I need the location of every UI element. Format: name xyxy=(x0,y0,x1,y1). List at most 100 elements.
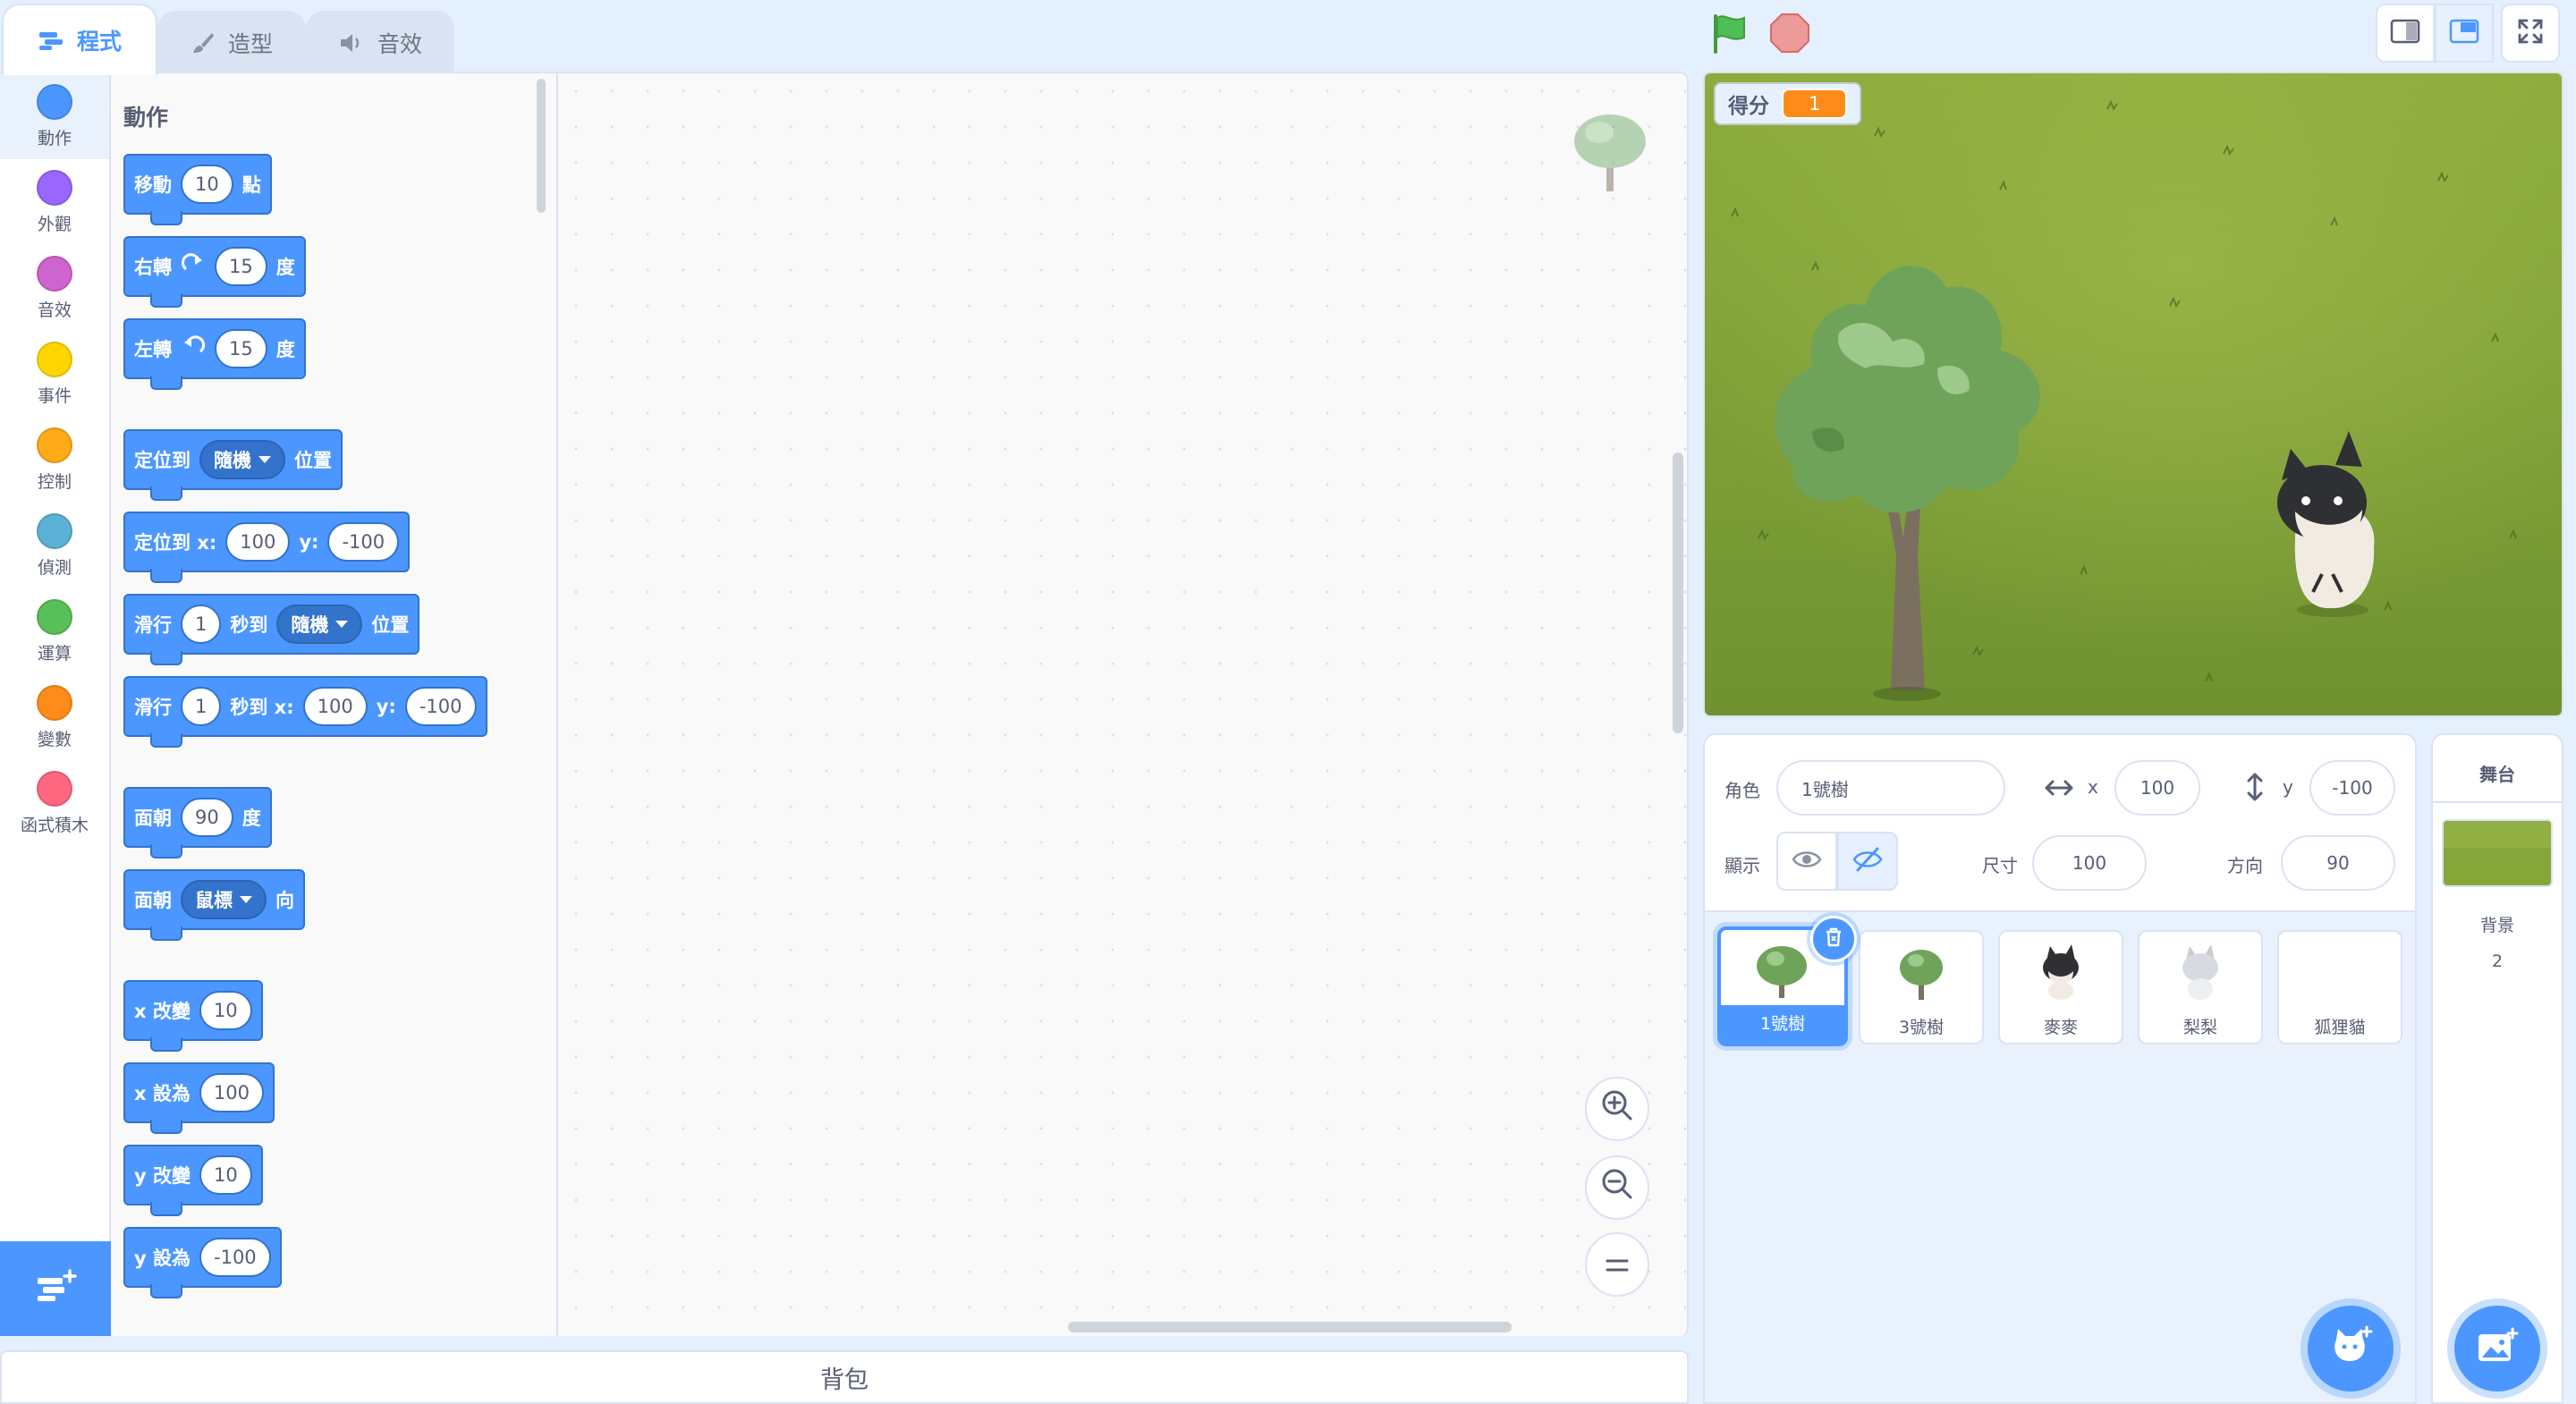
x-position-field[interactable]: 100 xyxy=(2114,760,2200,816)
workspace-horizontal-scrollbar[interactable] xyxy=(1068,1322,1512,1332)
category-my-blocks[interactable]: 函式積木 xyxy=(0,760,109,846)
zoom-in-button[interactable] xyxy=(1585,1077,1649,1141)
dropdown-arrow-icon xyxy=(240,896,252,903)
block-input-secs[interactable]: 1 xyxy=(181,687,222,726)
sprite-tile-3[interactable]: 麥麥 xyxy=(1998,930,2123,1045)
block-glide-menu[interactable]: 滑行 1 秒到 隨機 位置 xyxy=(123,594,420,665)
block-input-x[interactable]: 100 xyxy=(302,687,368,726)
category-looks[interactable]: 外觀 xyxy=(0,159,109,245)
block-text: 移動 xyxy=(134,174,172,196)
sprite-name: 狐狸貓 xyxy=(2314,1018,2366,1037)
code-workspace[interactable] xyxy=(558,72,1689,1336)
block-point-direction[interactable]: 面朝 90 度 xyxy=(123,787,272,858)
block-dropdown-target[interactable]: 隨機 xyxy=(199,440,285,479)
sprite-name-field[interactable]: 1號樹 xyxy=(1776,760,2005,816)
category-control[interactable]: 控制 xyxy=(0,417,109,503)
stage-canvas[interactable] xyxy=(1703,72,2563,717)
block-dropdown-target[interactable]: 鼠標 xyxy=(181,880,267,919)
sprite-tile-2[interactable]: 3號樹 xyxy=(1859,930,1984,1045)
block-set-y[interactable]: y 設為 -100 xyxy=(123,1227,282,1298)
category-dot xyxy=(37,342,72,377)
block-input-dx[interactable]: 10 xyxy=(199,991,252,1030)
category-dot xyxy=(37,170,72,206)
category-dot xyxy=(37,599,72,635)
image-add-icon xyxy=(2475,1327,2520,1370)
category-label: 事件 xyxy=(37,386,72,406)
add-extension-button[interactable] xyxy=(0,1241,111,1336)
zoom-out-button[interactable] xyxy=(1585,1155,1649,1220)
block-text: 向 xyxy=(275,890,294,911)
category-motion[interactable]: 動作 xyxy=(0,73,109,159)
backpack-bar[interactable]: 背包 xyxy=(0,1350,1689,1404)
category-label: 偵測 xyxy=(37,558,72,578)
sprite-tile-4[interactable]: 梨梨 xyxy=(2138,930,2263,1045)
block-text: 面朝 xyxy=(134,808,172,829)
block-goto-menu[interactable]: 定位到 隨機 位置 xyxy=(123,429,343,501)
workspace-vertical-scrollbar[interactable] xyxy=(1673,452,1683,733)
tab-code-label: 程式 xyxy=(76,29,122,55)
category-sound[interactable]: 音效 xyxy=(0,245,109,331)
block-turn-left[interactable]: 左轉 15 度 xyxy=(123,318,306,390)
category-dot xyxy=(37,427,72,463)
block-input-direction[interactable]: 90 xyxy=(181,798,233,837)
block-input-steps[interactable]: 10 xyxy=(181,165,233,204)
tab-costumes[interactable]: 造型 xyxy=(157,11,306,73)
block-input-x[interactable]: 100 xyxy=(225,522,291,562)
block-set-x[interactable]: x 設為 100 xyxy=(123,1062,275,1134)
tab-sounds[interactable]: 音效 xyxy=(306,11,454,73)
block-input-y[interactable]: -100 xyxy=(327,522,400,562)
stop-button[interactable] xyxy=(1767,11,1812,55)
block-input-x[interactable]: 100 xyxy=(199,1073,264,1112)
block-point-towards[interactable]: 面朝 鼠標 向 xyxy=(123,869,305,941)
category-operators[interactable]: 運算 xyxy=(0,588,109,674)
category-events[interactable]: 事件 xyxy=(0,331,109,417)
y-label: y xyxy=(2283,776,2293,798)
sprite-name-label: 角色 xyxy=(1724,780,1760,801)
block-text: 滑行 xyxy=(134,697,172,718)
large-stage-button[interactable] xyxy=(2435,4,2494,63)
horizontal-arrows-icon xyxy=(2043,774,2075,805)
monitor-value: 1 xyxy=(1782,89,1848,119)
block-input-y[interactable]: -100 xyxy=(404,687,477,726)
block-glide-xy[interactable]: 滑行 1 秒到 x: 100 y: -100 xyxy=(123,676,487,748)
choose-backdrop-button[interactable] xyxy=(2454,1306,2540,1391)
category-sensing[interactable]: 偵測 xyxy=(0,503,109,588)
block-input-degrees[interactable]: 15 xyxy=(215,247,267,286)
delete-sprite-button[interactable] xyxy=(1810,916,1857,962)
zoom-reset-button[interactable] xyxy=(1585,1232,1649,1297)
block-turn-right[interactable]: 右轉 15 度 xyxy=(123,236,306,308)
block-dropdown-target[interactable]: 隨機 xyxy=(276,605,363,644)
block-change-x[interactable]: x 改變 10 xyxy=(123,980,263,1052)
hide-sprite-button[interactable] xyxy=(1837,832,1898,891)
block-text: 秒到 xyxy=(230,614,268,636)
palette-scrollbar[interactable] xyxy=(537,79,546,213)
sprite-tile-5[interactable]: 狐狸貓 xyxy=(2277,930,2402,1045)
block-input-degrees[interactable]: 15 xyxy=(215,329,267,368)
score-monitor[interactable]: 得分 1 xyxy=(1714,82,1862,125)
size-field[interactable]: 100 xyxy=(2032,835,2147,891)
block-text: y: xyxy=(376,696,396,717)
tab-code[interactable]: 程式 xyxy=(2,4,157,75)
category-variables[interactable]: 變數 xyxy=(0,674,109,760)
fullscreen-button[interactable] xyxy=(2501,4,2560,63)
palette-section-title: 動作 xyxy=(123,105,169,131)
speaker-icon xyxy=(338,31,365,55)
direction-field[interactable]: 90 xyxy=(2281,835,2395,891)
dropdown-value: 鼠標 xyxy=(195,890,233,911)
small-stage-button[interactable] xyxy=(2376,4,2435,63)
block-input-dy[interactable]: 10 xyxy=(199,1155,252,1195)
code-icon xyxy=(38,30,64,51)
backdrop-thumbnail[interactable] xyxy=(2442,819,2553,887)
block-input-y[interactable]: -100 xyxy=(199,1238,271,1277)
block-move-steps[interactable]: 移動 10 點 xyxy=(123,154,272,225)
choose-sprite-button[interactable] xyxy=(2308,1306,2394,1391)
add-extension-icon xyxy=(34,1269,77,1308)
green-flag-button[interactable] xyxy=(1708,11,1753,55)
category-label: 外觀 xyxy=(37,215,72,234)
y-position-field[interactable]: -100 xyxy=(2309,760,2395,816)
block-change-y[interactable]: y 改變 10 xyxy=(123,1145,263,1216)
block-input-secs[interactable]: 1 xyxy=(181,605,222,644)
block-text: x 設為 xyxy=(134,1083,191,1104)
block-goto-xy[interactable]: 定位到 x: 100 y: -100 xyxy=(123,512,411,583)
show-sprite-button[interactable] xyxy=(1776,832,1837,891)
